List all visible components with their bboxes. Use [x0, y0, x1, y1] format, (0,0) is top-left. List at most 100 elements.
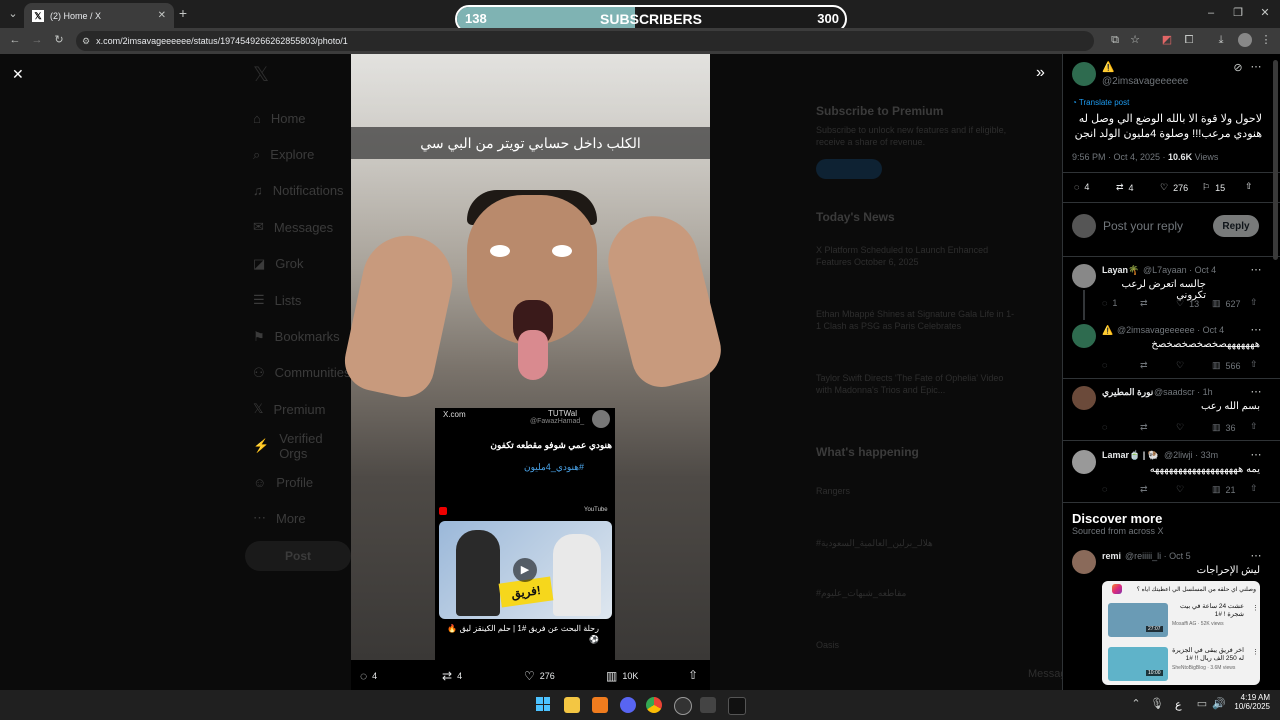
reply-icon[interactable]: ◌ [1102, 298, 1107, 308]
chrome-icon[interactable] [646, 697, 662, 713]
close-window-icon[interactable]: ✕ [1258, 7, 1272, 19]
translate-link[interactable]: ◔ Translate post [1072, 98, 1129, 107]
new-tab-icon[interactable]: + [176, 6, 190, 20]
reply-avatar[interactable] [1072, 386, 1096, 410]
forward-icon[interactable]: → [30, 34, 44, 46]
reply-author[interactable]: Lamar🍵 | 🐏 [1102, 450, 1159, 461]
cast-icon[interactable]: ⧉ [1108, 34, 1122, 46]
reply-avatar[interactable] [1072, 450, 1096, 474]
repost-icon[interactable]: ⇄ [1140, 298, 1148, 309]
reply-avatar[interactable] [1072, 264, 1096, 288]
heart-icon[interactable]: ♡ [1176, 484, 1184, 495]
grok-icon[interactable]: ⊘ [1232, 62, 1244, 74]
nav-item[interactable]: ⚇ Communities [253, 355, 353, 391]
reply-button[interactable]: Reply [1213, 215, 1259, 237]
panel-like-action[interactable]: ♡ 276 [1160, 182, 1188, 193]
nav-item[interactable]: ☺ Profile [253, 464, 353, 500]
views-action[interactable]: ▥ 627 [1212, 298, 1241, 309]
share-icon[interactable]: ⇧ [1250, 297, 1258, 308]
maximize-icon[interactable]: ❐ [1231, 7, 1245, 19]
news-item[interactable]: Ethan Mbappé Shines at Signature Gala Li… [816, 308, 1016, 332]
video-more-icon[interactable]: ⋮ [1252, 604, 1259, 612]
repost-icon[interactable]: ⇄ [1140, 422, 1148, 433]
profile-avatar[interactable] [1238, 33, 1252, 47]
panel-share-action[interactable]: ⇧ [1245, 181, 1253, 192]
app2-icon[interactable] [700, 697, 716, 713]
discover-author[interactable]: remi [1102, 551, 1121, 561]
share-icon[interactable]: ⇧ [1250, 359, 1258, 370]
happening-item[interactable]: #هلالـ_برلين_العالمية_السعودية [816, 538, 1012, 549]
reply-icon[interactable]: ◌ [1102, 484, 1107, 494]
discover-avatar[interactable] [1072, 550, 1096, 574]
views-action[interactable]: ▥ 10K [606, 669, 638, 683]
reply-icon[interactable]: ◌ [1102, 360, 1107, 370]
reload-icon[interactable]: ↻ [52, 34, 66, 46]
heart-icon[interactable]: ♡ [1176, 422, 1184, 433]
author-name[interactable]: ⚠️ [1102, 62, 1114, 73]
reply-avatar[interactable] [1072, 324, 1096, 348]
repost-icon[interactable]: ⇄ [1140, 360, 1148, 371]
more-options-icon[interactable]: ⋯ [1250, 61, 1262, 73]
more-options-icon[interactable]: ⋯ [1250, 324, 1262, 336]
minimize-icon[interactable]: – [1204, 7, 1218, 19]
site-info-icon[interactable]: ⚙ [82, 36, 90, 47]
share-action[interactable]: ⇧ [688, 668, 698, 682]
nav-item[interactable]: ⌕ Explore [253, 136, 353, 172]
tab-list-icon[interactable]: ⌄ [6, 8, 20, 20]
back-icon[interactable]: ← [8, 34, 22, 46]
reply-input[interactable]: Post your reply [1103, 219, 1183, 233]
nav-item[interactable]: ⚑ Bookmarks [253, 318, 353, 354]
happening-item[interactable]: Oasis [816, 640, 839, 650]
news-item[interactable]: X Platform Scheduled to Launch Enhanced … [816, 244, 1016, 268]
extensions-icon[interactable]: ⧠ [1182, 34, 1196, 46]
download-icon[interactable]: ⤓ [1214, 34, 1228, 46]
reply-author[interactable]: Layan🌴 [1102, 265, 1139, 276]
volume-icon[interactable]: 🔊 [1212, 698, 1226, 710]
nav-item[interactable]: ☰ Lists [253, 282, 353, 318]
close-tab-icon[interactable]: ✕ [158, 10, 166, 21]
language-indicator[interactable]: ع [1175, 698, 1182, 711]
address-bar[interactable]: ⚙ x.com/2imsavageeeeee/status/1974549266… [76, 31, 1094, 51]
more-options-icon[interactable]: ⋯ [1250, 550, 1262, 562]
file-explorer-icon[interactable] [564, 697, 580, 713]
extension-badge-icon[interactable]: ◩ [1160, 34, 1174, 46]
epic-games-icon[interactable] [728, 697, 746, 715]
expand-panel-icon[interactable]: » [1036, 64, 1045, 82]
news-item[interactable]: Taylor Swift Directs 'The Fate of Opheli… [816, 372, 1016, 396]
more-options-icon[interactable]: ⋯ [1250, 386, 1262, 398]
nav-item[interactable]: ⌂ Home [253, 100, 353, 136]
clock[interactable]: 4:19 AM 10/6/2025 [1232, 693, 1270, 711]
app-icon[interactable] [592, 697, 608, 713]
views-action[interactable]: ▥ 21 [1212, 484, 1236, 495]
nav-item[interactable]: ◪ Grok [253, 246, 353, 282]
video-more-icon[interactable]: ⋮ [1252, 648, 1259, 656]
obs-icon[interactable] [674, 697, 692, 715]
like-action[interactable]: ♡ 13 [1176, 298, 1199, 309]
tray-overflow-icon[interactable]: ⌃ [1130, 698, 1142, 710]
author-handle[interactable]: @2imsavageeeeee [1102, 76, 1188, 87]
panel-bookmark-action[interactable]: ⚐ 15 [1202, 182, 1225, 193]
nav-item[interactable]: ⋯ More [253, 500, 353, 536]
reply-author[interactable]: نورة المطيري [1102, 387, 1153, 398]
browser-menu-icon[interactable]: ⋮ [1260, 34, 1272, 46]
network-icon[interactable]: ▭ [1196, 698, 1208, 710]
repost-action[interactable]: ⇄ 4 [442, 669, 462, 683]
repost-icon[interactable]: ⇄ [1140, 484, 1148, 495]
author-avatar[interactable] [1072, 62, 1096, 86]
panel-scrollbar[interactable] [1273, 60, 1278, 260]
start-icon[interactable] [536, 697, 550, 711]
nav-item[interactable]: ✉ Messages [253, 209, 353, 245]
share-icon[interactable]: ⇧ [1250, 483, 1258, 494]
views-action[interactable]: ▥ 36 [1212, 422, 1236, 433]
bookmark-star-icon[interactable]: ☆ [1128, 34, 1142, 46]
more-options-icon[interactable]: ⋯ [1250, 264, 1262, 276]
background-post-button[interactable]: Post [245, 541, 351, 571]
panel-repost-action[interactable]: ⇄ 4 [1116, 182, 1134, 193]
reply-action[interactable]: ◌ 4 [360, 669, 377, 683]
like-action[interactable]: ♡ 276 [524, 669, 555, 683]
browser-tab[interactable]: 𝕏 (2) Home / X ✕ [24, 3, 174, 28]
more-options-icon[interactable]: ⋯ [1250, 449, 1262, 461]
discord-icon[interactable] [620, 697, 636, 713]
premium-subscribe-button[interactable] [816, 159, 882, 179]
reply-author[interactable]: ⚠️ [1102, 325, 1113, 336]
